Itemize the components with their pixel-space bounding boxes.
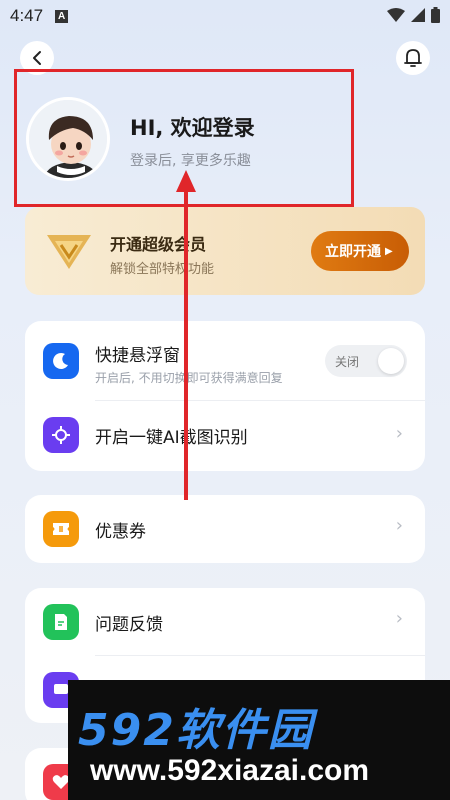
status-bar: 4:47 A — [0, 0, 450, 32]
chevron-left-icon — [33, 51, 41, 65]
vip-title: 开通超级会员 — [110, 235, 207, 254]
signal-icon — [411, 8, 425, 22]
chevron-right-icon: › — [395, 608, 403, 629]
notification-button[interactable] — [396, 41, 430, 75]
list-item-ai-screenshot[interactable]: 开启一键AI截图识别 › — [25, 401, 425, 471]
vip-diamond-icon — [47, 235, 91, 269]
vip-button-label: 立即开通 — [325, 244, 381, 260]
ticket-icon — [43, 511, 79, 547]
watermark-banner: 592软件园 www.592xiazai.com — [68, 680, 450, 800]
status-icons — [387, 7, 440, 23]
document-icon — [43, 604, 79, 640]
toggle-knob — [378, 348, 404, 374]
wifi-icon — [387, 8, 405, 22]
feedback-label: 问题反馈 — [95, 615, 163, 635]
ai-screenshot-label: 开启一键AI截图识别 — [95, 428, 248, 448]
toggle-label: 关闭 — [335, 354, 360, 369]
coupon-label: 优惠券 — [95, 522, 146, 542]
vip-subtitle: 解锁全部特权功能 — [110, 262, 215, 277]
list-item-coupon[interactable]: 优惠券 › — [25, 495, 425, 563]
watermark-url: www.592xiazai.com — [90, 754, 370, 787]
moon-icon — [43, 343, 79, 379]
play-arrow-icon: ▶ — [385, 245, 393, 257]
list-item-feedback[interactable]: 问题反馈 › — [25, 588, 425, 656]
list-item-floating-window[interactable]: 快捷悬浮窗 开启后, 不用切换即可获得满意回复 关闭 — [25, 321, 425, 401]
highlight-box — [14, 69, 354, 207]
bell-icon — [404, 49, 422, 67]
crosshair-icon — [43, 417, 79, 453]
battery-icon — [431, 7, 440, 23]
vip-card[interactable]: 开通超级会员 解锁全部特权功能 立即开通 ▶ — [25, 207, 425, 295]
floating-window-toggle[interactable]: 关闭 — [325, 345, 407, 377]
features-card: 快捷悬浮窗 开启后, 不用切换即可获得满意回复 关闭 开启一键AI截图识别 › — [25, 321, 425, 471]
floating-window-label: 快捷悬浮窗 — [95, 346, 180, 366]
watermark-logo: 592软件园 — [78, 705, 314, 756]
chevron-right-icon: › — [395, 423, 403, 444]
chevron-right-icon: › — [395, 515, 403, 536]
coupon-card[interactable]: 优惠券 › — [25, 495, 425, 563]
notification-icon: A — [55, 9, 69, 23]
floating-window-desc: 开启后, 不用切换即可获得满意回复 — [95, 371, 283, 385]
status-time: 4:47 — [10, 6, 44, 25]
vip-open-button[interactable]: 立即开通 ▶ — [311, 231, 409, 271]
